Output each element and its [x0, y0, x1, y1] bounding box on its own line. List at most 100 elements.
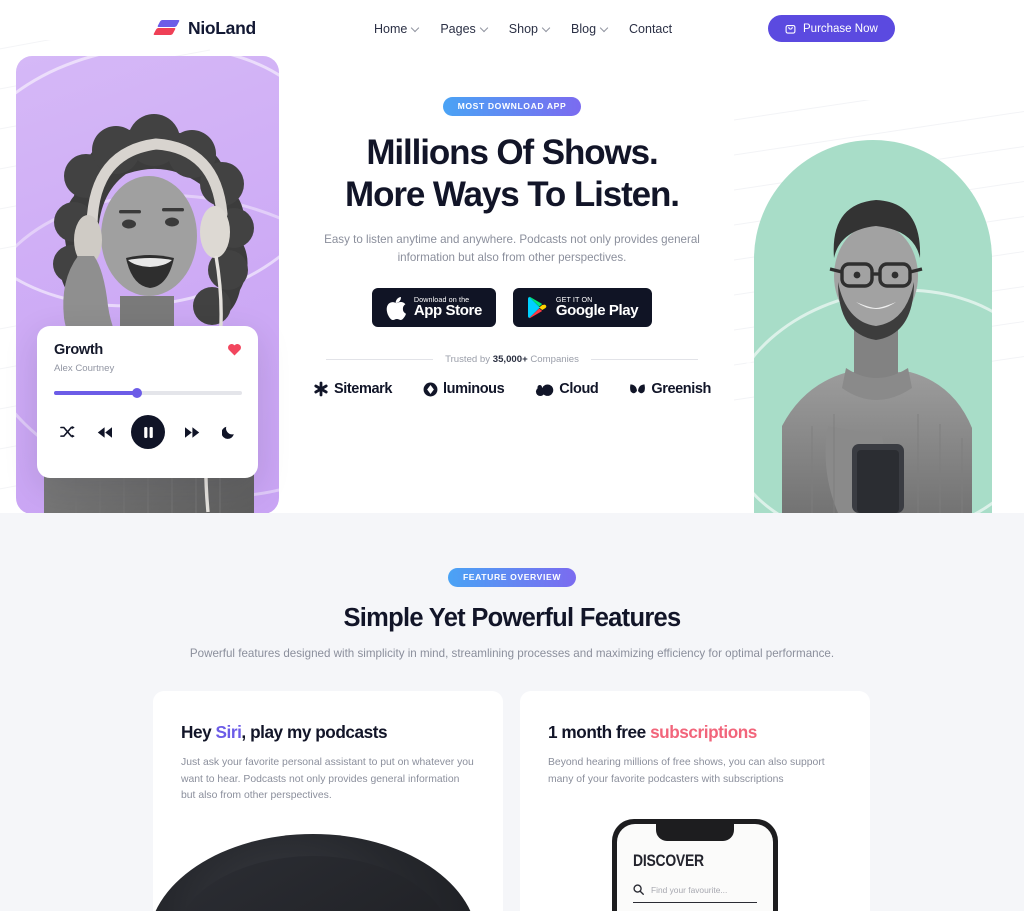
partner-logo-label: Cloud [559, 381, 599, 397]
hero-badge: MOST DOWNLOAD APP [442, 97, 582, 116]
shuffle-button[interactable] [56, 421, 78, 443]
phone-mockup: DISCOVER Find your favourite... [612, 819, 778, 911]
nav-item-contact[interactable]: Contact [629, 22, 672, 36]
title-accent: Siri [215, 722, 242, 742]
feature-card-subscriptions[interactable]: 1 month free subscriptions Beyond hearin… [520, 691, 870, 911]
nav-item-blog[interactable]: Blog [571, 22, 608, 36]
previous-button[interactable] [94, 421, 116, 443]
google-play-button[interactable]: GET IT ON Google Play [512, 288, 653, 327]
partner-logo-luminous: luminous [423, 381, 505, 397]
nav-label: Shop [508, 21, 538, 36]
title-after: , play my podcasts [241, 722, 388, 742]
trusted-suffix: Companies [527, 354, 579, 365]
site-header: NioLand Home Pages Shop Blog Contact Pur… [0, 0, 1024, 57]
pause-icon [143, 426, 153, 438]
feature-card-text: Just ask your favorite personal assistan… [181, 757, 474, 801]
chevron-down-icon [481, 25, 488, 32]
partner-logo-label: Sitemark [333, 381, 393, 397]
feature-card-siri[interactable]: Hey Siri, play my podcasts Just ask your… [153, 691, 503, 911]
divider-right [590, 359, 698, 360]
magnifier-icon [633, 884, 644, 895]
phone-search-placeholder: Find your favourite... [651, 884, 728, 895]
hero-section: MOST DOWNLOAD APP Millions Of Shows. Mor… [0, 0, 1024, 513]
apple-icon [386, 296, 406, 320]
progress-bar-handle[interactable] [131, 388, 142, 398]
play-pause-button[interactable] [131, 415, 165, 449]
app-store-big-label: App Store [413, 302, 482, 320]
chevron-down-icon [601, 25, 608, 32]
hero-title-line-2: More Ways To Listen. [345, 175, 680, 214]
trusted-by-text: Trusted by 35,000+ Companies [445, 354, 579, 365]
feature-card-title: Hey Siri, play my podcasts [181, 722, 474, 743]
nav-item-shop[interactable]: Shop [509, 22, 550, 36]
feature-card-title: 1 month free subscriptions [548, 722, 841, 743]
nav-item-pages[interactable]: Pages [440, 22, 487, 36]
nav-label: Blog [571, 21, 597, 36]
player-controls [54, 415, 242, 449]
partner-logo-cloud: Cloud [535, 381, 599, 397]
moon-icon [222, 426, 234, 439]
music-player-card: Growth Alex Courtney [37, 326, 258, 478]
hero-image-right [742, 126, 1006, 513]
partner-logo-label: Greenish [651, 381, 712, 397]
feature-card-text: Beyond hearing millions of free shows, y… [548, 757, 825, 785]
nav-item-home[interactable]: Home [374, 22, 419, 36]
shopping-bag-icon [785, 24, 796, 34]
google-play-big-label: Google Play [555, 302, 639, 320]
headphones-photo [153, 834, 478, 911]
track-title: Growth [54, 342, 103, 358]
main-navigation: Home Pages Shop Blog Contact [374, 22, 672, 36]
features-header: FEATURE OVERVIEW Simple Yet Powerful Fea… [0, 513, 1024, 663]
sleep-timer-button[interactable] [218, 421, 240, 443]
app-store-buttons: Download on the App Store GET IT ON Goog… [280, 288, 744, 327]
landing-page: MOST DOWNLOAD APP Millions Of Shows. Mor… [0, 0, 1024, 911]
title-before: 1 month free [548, 722, 651, 742]
features-subtitle: Powerful features designed with simplici… [189, 647, 835, 660]
partner-logo-label: luminous [443, 381, 505, 397]
fast-forward-icon [184, 426, 199, 438]
heart-filled-icon[interactable] [227, 342, 242, 356]
discover-heading: DISCOVER [633, 851, 704, 870]
hero-title-line-1: Millions Of Shows. [366, 133, 658, 172]
next-button[interactable] [181, 421, 203, 443]
cloud-icon [536, 383, 554, 396]
partner-logos: Sitemark luminous Cloud Greenish [280, 381, 744, 397]
divider-left [326, 359, 434, 360]
google-play-icon [527, 296, 547, 319]
brand-logo[interactable]: NioLand [153, 18, 256, 39]
nav-label: Pages [440, 21, 476, 36]
hero-content: MOST DOWNLOAD APP Millions Of Shows. Mor… [280, 96, 744, 397]
hero-title: Millions Of Shows. More Ways To Listen. [280, 132, 744, 216]
greenish-leaf-icon [630, 383, 646, 393]
trusted-by-row: Trusted by 35,000+ Companies [280, 354, 744, 365]
feature-cards: Hey Siri, play my podcasts Just ask your… [153, 691, 870, 911]
nav-label: Contact [629, 21, 673, 36]
man-with-phone-photo [782, 200, 972, 513]
partner-logo-sitemark: Sitemark [313, 381, 392, 397]
track-artist: Alex Courtney [54, 363, 115, 374]
features-badge: FEATURE OVERVIEW [447, 568, 577, 587]
purchase-now-button[interactable]: Purchase Now [768, 15, 895, 42]
partner-logo-greenish: Greenish [629, 381, 711, 397]
title-accent: subscriptions [650, 722, 757, 742]
title-before: Hey [181, 722, 216, 742]
rewind-icon [97, 426, 112, 438]
phone-search-field[interactable]: Find your favourite... [633, 884, 757, 903]
trusted-prefix: Trusted by [445, 354, 493, 365]
phone-screen: DISCOVER Find your favourite... [617, 824, 773, 911]
chevron-down-icon [543, 25, 550, 32]
sitemark-asterisk-icon [314, 381, 328, 397]
progress-bar-track[interactable] [54, 388, 242, 398]
chevron-down-icon [412, 25, 419, 32]
progress-bar-fill [54, 391, 137, 395]
nioland-logo-icon [153, 19, 180, 38]
luminous-diamond-icon [423, 382, 438, 396]
purchase-now-label: Purchase Now [803, 22, 878, 35]
hero-subtitle: Easy to listen anytime and anywhere. Pod… [324, 233, 700, 264]
brand-name: NioLand [188, 18, 256, 38]
shuffle-icon [59, 425, 74, 438]
nav-label: Home [374, 21, 408, 36]
features-title: Simple Yet Powerful Features [343, 604, 681, 632]
app-store-button[interactable]: Download on the App Store [371, 288, 496, 327]
trusted-count: 35,000+ [492, 354, 528, 365]
